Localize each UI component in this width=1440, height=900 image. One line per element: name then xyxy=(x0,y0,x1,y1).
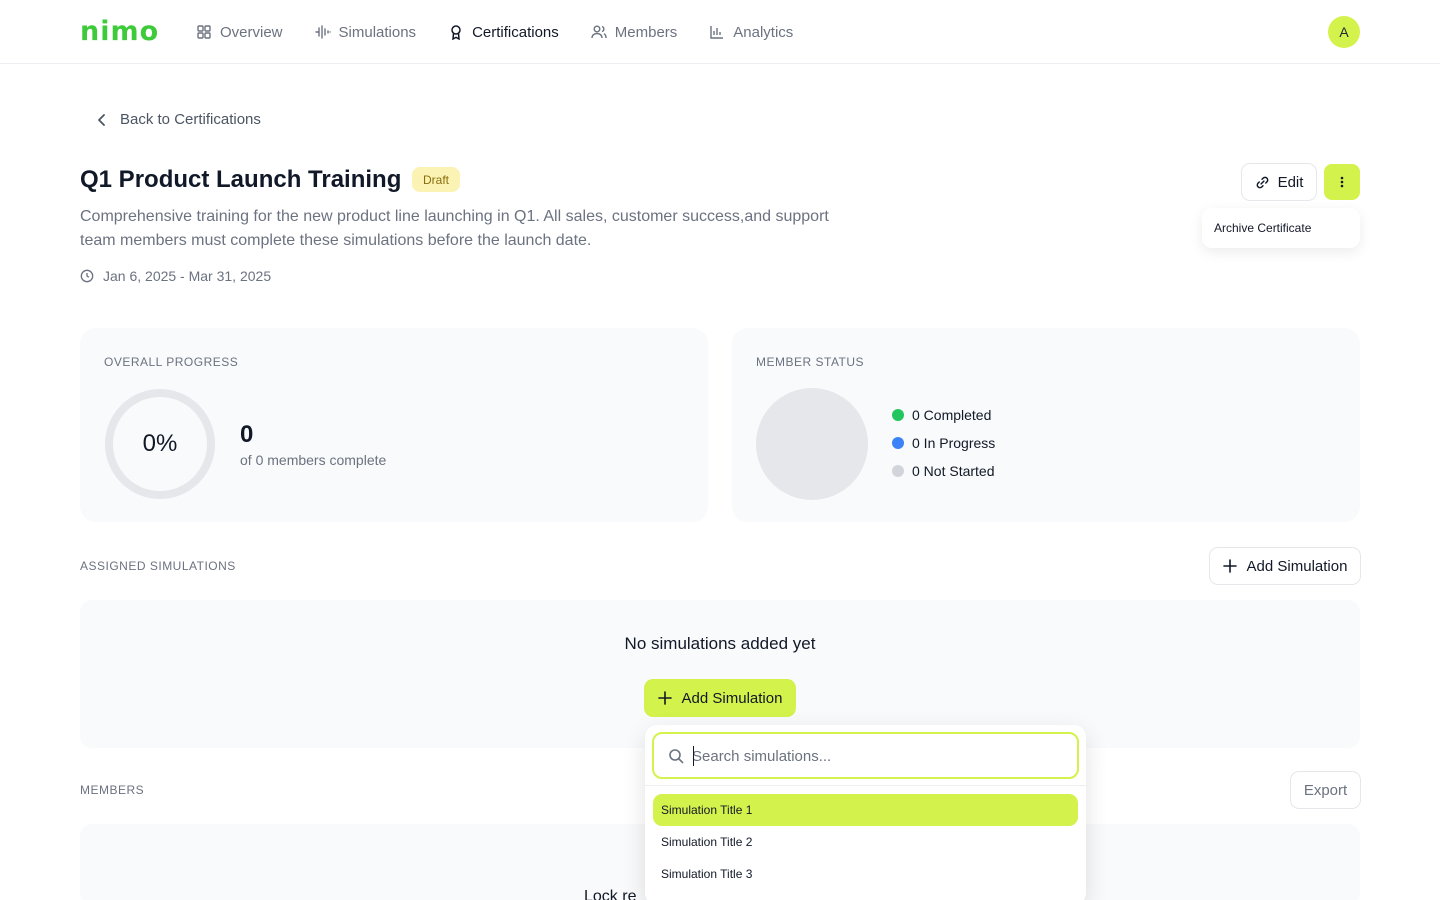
legend-not-started: 0 Not Started xyxy=(892,462,995,480)
nav-item-overview[interactable]: Overview xyxy=(196,20,283,44)
legend-completed: 0 Completed xyxy=(892,406,995,424)
nav-item-label: Certifications xyxy=(472,23,559,41)
export-button[interactable]: Export xyxy=(1290,771,1361,809)
certificate-description: Comprehensive training for the new produ… xyxy=(80,208,829,249)
add-simulation-button[interactable]: Add Simulation xyxy=(1209,547,1361,585)
legend-label: 0 In Progress xyxy=(912,435,996,451)
users-icon xyxy=(591,25,607,39)
overall-progress-card: OVERALL PROGRESS 0% 0 of 0 members compl… xyxy=(80,328,708,522)
legend-dot xyxy=(892,465,904,477)
nav-item-certifications[interactable]: Certifications xyxy=(448,20,559,44)
grid-icon xyxy=(197,25,211,39)
award-icon xyxy=(451,25,461,40)
simulation-option[interactable]: Simulation Title 2 xyxy=(653,826,1078,858)
assigned-simulations-heading: ASSIGNED SIMULATIONS xyxy=(80,559,236,573)
add-simulation-label: Add Simulation xyxy=(1246,557,1348,575)
legend-label: 0 Completed xyxy=(912,407,992,423)
more-options-button[interactable] xyxy=(1324,164,1360,200)
member-status-card: MEMBER STATUS 0 Completed 0 In Progress … xyxy=(732,328,1360,522)
add-simulation-label: Add Simulation xyxy=(681,689,783,707)
chevron-left-icon xyxy=(98,113,105,126)
card-label: MEMBER STATUS xyxy=(756,355,865,369)
status-legend: 0 Completed 0 In Progress 0 Not Started xyxy=(892,406,995,480)
status-badge: Draft xyxy=(412,167,461,192)
clock-icon xyxy=(80,269,94,283)
nav-item-analytics[interactable]: Analytics xyxy=(709,20,793,44)
members-empty-text: Lock re xyxy=(584,888,637,900)
plus-icon xyxy=(1222,559,1237,573)
members-heading: MEMBERS xyxy=(80,783,145,797)
link-icon xyxy=(1256,176,1268,188)
empty-state-title: No simulations added yet xyxy=(624,634,816,653)
simulation-option[interactable]: Simulation Title 1 xyxy=(653,794,1078,826)
simulation-picker-dropdown: Simulation Title 1 Simulation Title 2 Si… xyxy=(645,725,1086,900)
legend-dot xyxy=(892,437,904,449)
waveform-icon xyxy=(314,25,331,39)
dropdown-divider xyxy=(645,785,1086,786)
more-vertical-icon xyxy=(1340,176,1344,188)
completed-subtitle: of 0 members complete xyxy=(240,452,387,468)
edit-button[interactable]: Edit xyxy=(1241,163,1317,201)
nav-item-label: Simulations xyxy=(338,23,417,41)
member-status-pie xyxy=(756,388,868,500)
archive-certificate-item[interactable]: Archive Certificate xyxy=(1214,221,1311,235)
nav-item-label: Members xyxy=(614,23,678,41)
date-range-text: Jan 6, 2025 - Mar 31, 2025 xyxy=(103,268,272,284)
legend-label: 0 Not Started xyxy=(912,463,995,479)
text-caret xyxy=(693,746,694,766)
bar-chart-icon xyxy=(710,26,724,39)
back-link-label: Back to Certifications xyxy=(120,111,261,128)
more-options-menu: Archive Certificate xyxy=(1202,208,1360,248)
top-navigation: nimo Overview Simulations Certifications… xyxy=(0,0,1440,64)
simulation-option[interactable]: Simulation Title 3 xyxy=(653,858,1078,890)
date-range: Jan 6, 2025 - Mar 31, 2025 xyxy=(80,268,271,284)
legend-dot xyxy=(892,409,904,421)
search-icon xyxy=(669,749,684,764)
edit-button-label: Edit xyxy=(1277,173,1304,191)
user-avatar[interactable]: A xyxy=(1328,16,1360,48)
progress-percent: 0% xyxy=(142,430,178,457)
card-label: OVERALL PROGRESS xyxy=(104,355,239,369)
nav-menu: Overview Simulations Certifications Memb… xyxy=(196,20,793,44)
search-field[interactable] xyxy=(652,732,1079,779)
search-simulations-input[interactable] xyxy=(692,743,1062,769)
nav-item-label: Overview xyxy=(220,23,283,41)
page-title: Q1 Product Launch Training xyxy=(80,166,402,193)
nav-item-simulations[interactable]: Simulations xyxy=(314,20,417,44)
add-simulation-primary-button[interactable]: Add Simulation xyxy=(644,679,796,717)
legend-in-progress: 0 In Progress xyxy=(892,434,995,452)
nav-item-members[interactable]: Members xyxy=(591,20,678,44)
completed-count: 0 xyxy=(240,421,254,448)
nimo-logo[interactable]: nimo xyxy=(80,16,159,48)
nav-item-label: Analytics xyxy=(733,23,794,41)
back-link[interactable]: Back to Certifications xyxy=(94,111,261,128)
plus-icon xyxy=(657,691,672,705)
